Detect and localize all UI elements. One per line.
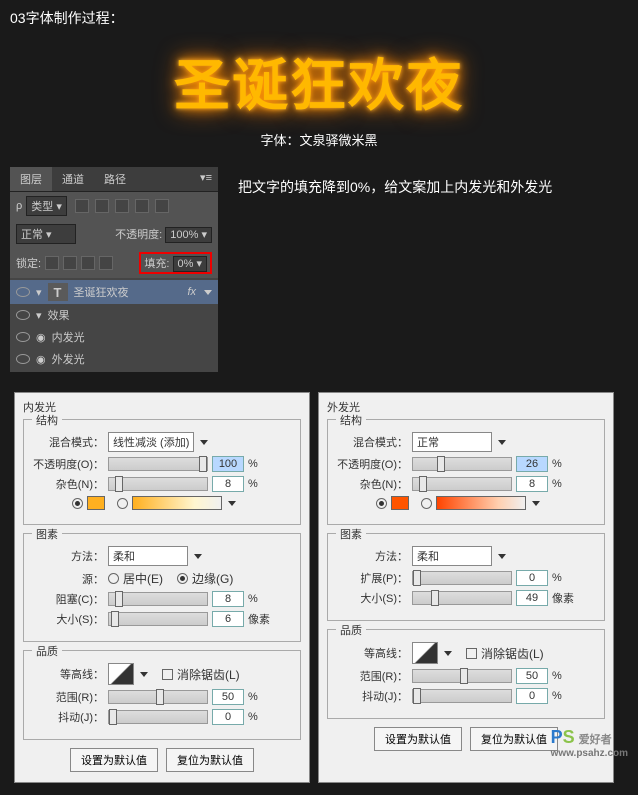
reset-default-button[interactable]: 复位为默认值	[166, 748, 254, 772]
lock-all-icon[interactable]	[99, 256, 113, 270]
panel-menu-icon[interactable]: ▾≡	[194, 167, 218, 191]
size-slider[interactable]	[108, 612, 208, 626]
color-swatch[interactable]	[87, 496, 105, 510]
filter-shape-icon[interactable]	[135, 199, 149, 213]
make-default-button[interactable]: 设置为默认值	[70, 748, 158, 772]
choke-slider[interactable]	[108, 592, 208, 606]
instruction-text: 把文字的填充降到0%，给文案加上内发光和外发光	[218, 167, 628, 197]
source-center-radio[interactable]	[108, 573, 119, 584]
lock-pixels-icon[interactable]	[63, 256, 77, 270]
elements-group: 图素 方法：柔和 扩展(P)：0% 大小(S)：49像素	[327, 533, 605, 621]
visibility-toggle[interactable]	[16, 287, 30, 297]
range-input[interactable]: 50	[212, 689, 244, 705]
choke-input[interactable]: 8	[212, 591, 244, 607]
lock-label: 锁定:	[16, 255, 41, 271]
blend-mode-select[interactable]: 正常 ▾	[16, 224, 76, 244]
quality-group: 品质 等高线：消除锯齿(L) 范围(R)：50% 抖动(J)：0%	[23, 650, 301, 740]
effect-outer-glow[interactable]: ◉ 外发光	[10, 348, 218, 370]
effects-group[interactable]: ▾ 效果	[10, 304, 218, 326]
tab-layers[interactable]: 图层	[10, 167, 52, 191]
opacity-slider[interactable]	[108, 457, 208, 471]
noise-input[interactable]: 8	[212, 476, 244, 492]
contour-picker[interactable]	[108, 663, 134, 685]
spread-input[interactable]: 0	[516, 570, 548, 586]
source-edge-radio[interactable]	[177, 573, 188, 584]
opacity-label: 不透明度:	[115, 229, 162, 241]
reset-default-button[interactable]: 复位为默认值	[470, 727, 558, 751]
hero-preview: 圣诞狂欢夜 字体：文泉驿微米黑	[0, 36, 638, 159]
range-slider[interactable]	[108, 690, 208, 704]
dialog-title: 内发光	[23, 399, 301, 415]
section-heading: 03字体制作过程：	[0, 0, 638, 36]
antialias-checkbox[interactable]	[162, 669, 173, 680]
inner-glow-dialog: 内发光 结构 混合模式：线性减淡 (添加) 不透明度(O)：100% 杂色(N)…	[14, 392, 310, 783]
noise-slider[interactable]	[412, 477, 512, 491]
make-default-button[interactable]: 设置为默认值	[374, 727, 462, 751]
spread-slider[interactable]	[412, 571, 512, 585]
blend-mode-select[interactable]: 正常	[412, 432, 492, 452]
gradient-radio[interactable]	[117, 498, 128, 509]
opacity-input[interactable]: 100% ▾	[165, 227, 212, 243]
size-slider[interactable]	[412, 591, 512, 605]
jitter-input[interactable]: 0	[212, 709, 244, 725]
text-layer[interactable]: ▾ T 圣诞狂欢夜 fx	[10, 280, 218, 304]
watermark: PS爱好者 www.psahz.com	[551, 727, 628, 759]
filter-pixel-icon[interactable]	[75, 199, 89, 213]
jitter-input[interactable]: 0	[516, 688, 548, 704]
noise-slider[interactable]	[108, 477, 208, 491]
lock-transparent-icon[interactable]	[45, 256, 59, 270]
styled-text: 圣诞狂欢夜	[0, 41, 638, 122]
gradient-picker[interactable]	[132, 496, 222, 510]
opacity-input[interactable]: 100	[212, 456, 244, 472]
fill-highlight: 填充: 0% ▾	[139, 252, 212, 274]
range-input[interactable]: 50	[516, 668, 548, 684]
layers-panel: 图层 通道 路径 ▾≡ ρ 类型 ▾ 正常 ▾ 不透明度: 100% ▾ 锁定:…	[10, 167, 218, 372]
filter-type-icon[interactable]	[115, 199, 129, 213]
jitter-slider[interactable]	[108, 710, 208, 724]
jitter-slider[interactable]	[412, 689, 512, 703]
contour-picker[interactable]	[412, 642, 438, 664]
quality-group: 品质 等高线：消除锯齿(L) 范围(R)：50% 抖动(J)：0%	[327, 629, 605, 719]
gradient-picker[interactable]	[436, 496, 526, 510]
antialias-checkbox[interactable]	[466, 648, 477, 659]
tab-paths[interactable]: 路径	[94, 167, 136, 191]
filter-adjust-icon[interactable]	[95, 199, 109, 213]
tab-channels[interactable]: 通道	[52, 167, 94, 191]
color-radio[interactable]	[376, 498, 387, 509]
size-input[interactable]: 6	[212, 611, 244, 627]
range-slider[interactable]	[412, 669, 512, 683]
opacity-input[interactable]: 26	[516, 456, 548, 472]
fill-input[interactable]: 0% ▾	[173, 256, 207, 272]
technique-select[interactable]: 柔和	[412, 546, 492, 566]
blend-mode-select[interactable]: 线性减淡 (添加)	[108, 432, 194, 452]
filter-smart-icon[interactable]	[155, 199, 169, 213]
gradient-radio[interactable]	[421, 498, 432, 509]
color-swatch[interactable]	[391, 496, 409, 510]
dialog-title: 外发光	[327, 399, 605, 415]
size-input[interactable]: 49	[516, 590, 548, 606]
effect-inner-glow[interactable]: ◉ 内发光	[10, 326, 218, 348]
color-radio[interactable]	[72, 498, 83, 509]
structure-group: 结构 混合模式：线性减淡 (添加) 不透明度(O)：100% 杂色(N)：8%	[23, 419, 301, 525]
outer-glow-dialog: 外发光 结构 混合模式：正常 不透明度(O)：26% 杂色(N)：8% 图素 方…	[318, 392, 614, 783]
opacity-slider[interactable]	[412, 457, 512, 471]
type-layer-icon: T	[48, 283, 68, 301]
layer-name: 圣诞狂欢夜	[74, 284, 129, 300]
lock-position-icon[interactable]	[81, 256, 95, 270]
font-label: 字体：文泉驿微米黑	[0, 130, 638, 149]
structure-group: 结构 混合模式：正常 不透明度(O)：26% 杂色(N)：8%	[327, 419, 605, 525]
noise-input[interactable]: 8	[516, 476, 548, 492]
filter-kind-select[interactable]: 类型 ▾	[26, 196, 67, 216]
technique-select[interactable]: 柔和	[108, 546, 188, 566]
fx-badge[interactable]: fx	[187, 286, 196, 298]
elements-group: 图素 方法：柔和 源：居中(E)边缘(G) 阻塞(C)：8% 大小(S)：6像素	[23, 533, 301, 642]
